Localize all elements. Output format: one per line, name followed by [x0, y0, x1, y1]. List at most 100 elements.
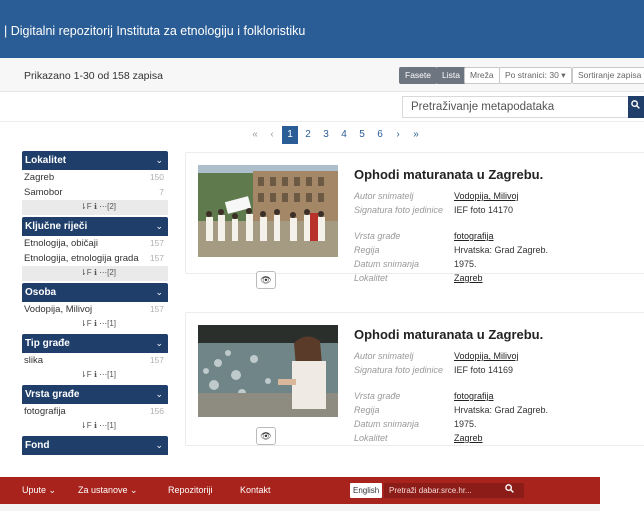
grid-view-button[interactable]: Mreža — [464, 67, 500, 84]
chevron-down-icon: ⌄ — [155, 287, 163, 297]
facet-item[interactable]: Vodopija, Milivoj 157 — [22, 302, 168, 317]
list-view-button[interactable]: Lista — [436, 67, 466, 84]
facet-header-tip-grade[interactable]: Tip građe ⌄ — [22, 334, 168, 353]
meta-date: Datum snimanja 1975. — [354, 418, 644, 432]
facet-item-count: 7 — [159, 187, 164, 197]
meta-label: Lokalitet — [354, 433, 388, 443]
meta-value: 1975. — [454, 419, 477, 429]
per-page-select[interactable]: Po stranici: 30 ▾ — [499, 67, 572, 84]
meta-location: Lokalitet Zagreb — [354, 272, 644, 286]
meta-type: Vrsta građe fotografija — [354, 390, 644, 404]
meta-author: Autor snimatelj Vodopija, Milivoj — [354, 190, 644, 204]
facet-osoba: Osoba ⌄ Vodopija, Milivoj 157 ⇂F ℹ ⋯[1] — [22, 283, 168, 332]
pagination-page-1[interactable]: 1 — [282, 126, 298, 144]
facet-header-lokalitet[interactable]: Lokalitet ⌄ — [22, 151, 168, 170]
facet-item-label: Vodopija, Milivoj — [24, 304, 93, 315]
sort-select[interactable]: Sortiranje zapisa ▾ — [572, 67, 644, 84]
meta-value-link[interactable]: fotografija — [454, 230, 494, 243]
meta-value: IEF foto 14170 — [454, 205, 514, 215]
facet-title: Fond — [25, 440, 50, 451]
record-metadata: Autor snimatelj Vodopija, Milivoj Signat… — [354, 190, 644, 286]
pagination-first[interactable]: « — [247, 126, 263, 144]
facet-header-osoba[interactable]: Osoba ⌄ — [22, 283, 168, 302]
footer-menu-repozitoriji[interactable]: Repozitoriji — [168, 485, 213, 495]
meta-value: 1975. — [454, 259, 477, 269]
site-header: | Digitalni repozitorij Instituta za etn… — [0, 0, 644, 58]
results-count: Prikazano 1-30 od 158 zapisa — [24, 70, 163, 82]
results-toolbar: Prikazano 1-30 od 158 zapisa Fasete List… — [0, 58, 644, 92]
record-thumbnail[interactable] — [198, 165, 338, 257]
chevron-down-icon: ⌄ — [155, 338, 163, 348]
meta-value-link[interactable]: fotografija — [454, 390, 494, 403]
meta-value: IEF foto 14169 — [454, 365, 514, 375]
record-thumbnail[interactable] — [198, 325, 338, 417]
facet-title: Osoba — [25, 287, 57, 298]
facet-item-label: Etnologija, etnologija grada — [24, 253, 139, 264]
pagination-prev[interactable]: ‹ — [264, 126, 280, 144]
search-button[interactable] — [628, 96, 644, 118]
facet-title: Tip građe — [25, 338, 70, 349]
pagination-page-5[interactable]: 5 — [354, 126, 370, 144]
facet-item[interactable]: Zagreb 150 — [22, 170, 168, 185]
footer-search-input[interactable]: Pretraži dabar.srce.hr... — [384, 483, 494, 498]
facet-item[interactable]: Etnologija, etnologija grada 157 — [22, 251, 168, 266]
footer-menu-kontakt[interactable]: Kontakt — [240, 485, 271, 495]
meta-label: Datum snimanja — [354, 419, 420, 429]
facet-tip-grade: Tip građe ⌄ slika 157 ⇂F ℹ ⋯[1] — [22, 334, 168, 383]
dabar-footer-bar: Upute ⌄ Za ustanove ⌄ Repozitoriji Konta… — [0, 477, 600, 504]
record-title[interactable]: Ophodi maturanata u Zagrebu. — [354, 167, 543, 182]
meta-label: Autor snimatelj — [354, 191, 414, 201]
pagination-next[interactable]: › — [390, 126, 406, 144]
footer-search-button[interactable] — [494, 483, 524, 498]
pagination-page-3[interactable]: 3 — [318, 126, 334, 144]
site-title[interactable]: | Digitalni repozitorij Instituta za etn… — [4, 24, 305, 38]
pagination-page-6[interactable]: 6 — [372, 126, 388, 144]
meta-value-link[interactable]: Zagreb — [454, 272, 483, 285]
footer-menu-za-ustanove[interactable]: Za ustanove ⌄ — [78, 485, 138, 496]
meta-value-link[interactable]: Vodopija, Milivoj — [454, 350, 519, 363]
language-button[interactable]: English — [350, 483, 383, 498]
facet-item[interactable]: fotografija 156 — [22, 404, 168, 419]
facet-item[interactable]: slika 157 — [22, 353, 168, 368]
facet-tools[interactable]: ⇂F ℹ ⋯[1] — [22, 419, 168, 434]
pagination-page-2[interactable]: 2 — [300, 126, 316, 144]
facet-item-count: 157 — [149, 253, 164, 263]
facet-header-kljucne-rijeci[interactable]: Ključne riječi ⌄ — [22, 217, 168, 236]
meta-label: Datum snimanja — [354, 259, 420, 269]
chevron-down-icon: ⌄ — [155, 155, 163, 165]
record-card: 👁 Ophodi maturanata u Zagrebu. Autor sni… — [185, 152, 644, 289]
facet-tools[interactable]: ⇂F ℹ ⋯[2] — [22, 200, 168, 215]
facets-toggle-button[interactable]: Fasete — [399, 67, 437, 84]
facet-vrsta-grade: Vrsta građe ⌄ fotografija 156 ⇂F ℹ ⋯[1] — [22, 385, 168, 434]
facet-item[interactable]: Samobor 7 — [22, 185, 168, 200]
metadata-search-input[interactable]: Pretraživanje metapodataka — [402, 96, 630, 118]
chevron-down-icon: ⌄ — [155, 389, 163, 399]
meta-value-link[interactable]: Zagreb — [454, 432, 483, 445]
facet-sidebar: Lokalitet ⌄ Zagreb 150 Samobor 7 ⇂F ℹ ⋯[2]… — [22, 151, 168, 455]
facet-tools[interactable]: ⇂F ℹ ⋯[1] — [22, 317, 168, 332]
meta-date: Datum snimanja 1975. — [354, 258, 644, 272]
meta-author: Autor snimatelj Vodopija, Milivoj — [354, 350, 644, 364]
meta-location: Lokalitet Zagreb — [354, 432, 644, 446]
meta-label: Signatura foto jedinice — [354, 365, 444, 375]
eye-icon: 👁 — [260, 275, 272, 285]
search-icon — [631, 100, 640, 112]
record-title[interactable]: Ophodi maturanata u Zagrebu. — [354, 327, 543, 342]
eye-icon: 👁 — [260, 431, 272, 441]
pagination-last[interactable]: » — [408, 126, 424, 144]
pagination-page-4[interactable]: 4 — [336, 126, 352, 144]
view-record-button[interactable]: 👁 — [256, 427, 276, 445]
facet-header-fond[interactable]: Fond ⌄ — [22, 436, 168, 455]
view-record-button[interactable]: 👁 — [256, 271, 276, 289]
meta-value-link[interactable]: Vodopija, Milivoj — [454, 190, 519, 203]
facet-tools[interactable]: ⇂F ℹ ⋯[2] — [22, 266, 168, 281]
facet-item-count: 150 — [149, 172, 164, 182]
facet-item-count: 157 — [149, 304, 164, 314]
meta-label: Regija — [354, 245, 380, 255]
footer-menu-upute[interactable]: Upute ⌄ — [22, 485, 56, 496]
facet-header-vrsta-grade[interactable]: Vrsta građe ⌄ — [22, 385, 168, 404]
footer-bottom-strip — [0, 504, 600, 511]
facet-item[interactable]: Etnologija, običaji 157 — [22, 236, 168, 251]
metadata-search-row: Pretraživanje metapodataka — [0, 92, 644, 122]
facet-tools[interactable]: ⇂F ℹ ⋯[1] — [22, 368, 168, 383]
